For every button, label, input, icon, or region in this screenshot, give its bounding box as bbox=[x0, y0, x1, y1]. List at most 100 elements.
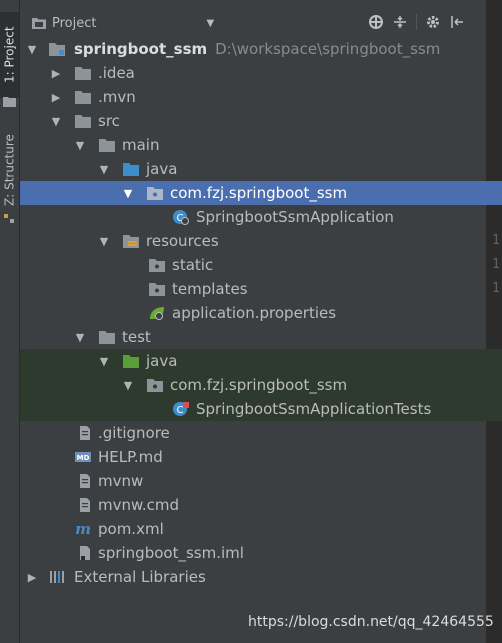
tree-node-help[interactable]: MD HELP.md bbox=[20, 445, 502, 469]
collapse-all-icon[interactable] bbox=[392, 14, 408, 30]
tree-label: SpringbootSsmApplicationTests bbox=[196, 400, 432, 418]
tree-node-test-package[interactable]: ▼ com.fzj.springboot_ssm bbox=[20, 373, 502, 397]
expanded-arrow-icon[interactable]: ▼ bbox=[122, 379, 134, 392]
tree-node-static[interactable]: static bbox=[20, 253, 502, 277]
folder-icon bbox=[75, 91, 91, 104]
tree-label: mvnw.cmd bbox=[98, 496, 180, 514]
tree-node-root[interactable]: ▼ springboot_ssm D:\workspace\springboot_… bbox=[20, 37, 502, 61]
tree-label: src bbox=[98, 112, 120, 130]
tree-node-gitignore[interactable]: .gitignore bbox=[20, 421, 502, 445]
folder-icon bbox=[99, 331, 115, 344]
project-tree: ▼ springboot_ssm D:\workspace\springboot_… bbox=[20, 37, 502, 589]
crosshair-icon[interactable] bbox=[368, 14, 384, 30]
tree-label: main bbox=[122, 136, 160, 154]
tree-label: pom.xml bbox=[98, 520, 164, 538]
toolbar-separator bbox=[416, 14, 417, 30]
text-file-icon bbox=[80, 474, 90, 488]
tree-node-test-java[interactable]: ▼ java bbox=[20, 349, 502, 373]
project-path: D:\workspace\springboot_ssm bbox=[215, 40, 441, 58]
collapsed-arrow-icon[interactable]: ▶ bbox=[50, 67, 62, 80]
chevron-down-icon[interactable]: ▼ bbox=[206, 18, 214, 29]
folder-icon bbox=[149, 259, 165, 272]
text-file-icon bbox=[80, 426, 90, 440]
expanded-arrow-icon[interactable]: ▼ bbox=[74, 139, 86, 152]
tree-label: mvnw bbox=[98, 472, 144, 490]
spring-boot-class-icon: C bbox=[173, 210, 189, 225]
project-panel-header: Project ▼ bbox=[20, 9, 485, 37]
tree-label: java bbox=[146, 160, 178, 178]
tree-node-main-java[interactable]: ▼ java bbox=[20, 157, 502, 181]
tree-node-src[interactable]: ▼ src bbox=[20, 109, 502, 133]
project-view-selector[interactable]: Project bbox=[52, 16, 96, 31]
resources-folder-icon bbox=[123, 235, 139, 248]
svg-text:m: m bbox=[75, 521, 91, 537]
header-toolbar bbox=[368, 14, 465, 30]
folder-icon bbox=[149, 283, 165, 296]
expanded-arrow-icon[interactable]: ▼ bbox=[50, 115, 62, 128]
tree-node-app-props[interactable]: application.properties bbox=[20, 301, 502, 325]
maven-icon: m bbox=[75, 521, 91, 537]
tree-label: com.fzj.springboot_ssm bbox=[170, 376, 348, 394]
tree-node-mvn[interactable]: ▶ .mvn bbox=[20, 85, 502, 109]
tree-label: java bbox=[146, 352, 178, 370]
folder-icon bbox=[3, 97, 16, 107]
tree-label: SpringbootSsmApplication bbox=[196, 208, 394, 226]
watermark-text: https://blog.csdn.net/qq_42464555 bbox=[248, 614, 494, 630]
project-tool-tab[interactable]: 1: Project bbox=[0, 12, 19, 98]
tree-node-test[interactable]: ▼ test bbox=[20, 325, 502, 349]
module-file-icon bbox=[80, 546, 90, 560]
tree-node-templates[interactable]: templates bbox=[20, 277, 502, 301]
tree-node-external-libraries[interactable]: ▶ External Libraries bbox=[20, 565, 502, 589]
expanded-arrow-icon[interactable]: ▼ bbox=[74, 331, 86, 344]
tree-node-mvnw[interactable]: mvnw bbox=[20, 469, 502, 493]
tree-label: resources bbox=[146, 232, 219, 250]
tree-label: .gitignore bbox=[98, 424, 170, 442]
tree-node-idea[interactable]: ▶ .idea bbox=[20, 61, 502, 85]
tree-node-pom[interactable]: m pom.xml bbox=[20, 517, 502, 541]
hide-panel-icon[interactable] bbox=[449, 14, 465, 30]
tree-node-app-class[interactable]: C SpringbootSsmApplication bbox=[20, 205, 502, 229]
tree-node-resources[interactable]: ▼ resources bbox=[20, 229, 502, 253]
tree-label: application.properties bbox=[172, 304, 337, 322]
test-class-icon: C bbox=[173, 402, 189, 416]
tree-label: External Libraries bbox=[74, 568, 206, 586]
text-file-icon bbox=[80, 498, 90, 512]
tree-node-test-class[interactable]: C SpringbootSsmApplicationTests bbox=[20, 397, 502, 421]
tree-label: static bbox=[172, 256, 214, 274]
project-name: springboot_ssm D:\workspace\springboot_ss… bbox=[74, 40, 441, 58]
package-icon bbox=[147, 379, 163, 392]
tree-label: com.fzj.springboot_ssm bbox=[170, 184, 348, 202]
folder-icon bbox=[75, 67, 91, 80]
tree-node-iml[interactable]: springboot_ssm.iml bbox=[20, 541, 502, 565]
tree-label: .mvn bbox=[98, 88, 136, 106]
package-icon bbox=[147, 187, 163, 200]
svg-text:C: C bbox=[177, 405, 184, 416]
test-source-folder-icon bbox=[123, 355, 139, 368]
tree-node-main-package[interactable]: ▼ com.fzj.springboot_ssm bbox=[20, 181, 502, 205]
source-folder-icon bbox=[123, 163, 139, 176]
tree-label: springboot_ssm.iml bbox=[98, 544, 244, 562]
tree-label: .idea bbox=[98, 64, 135, 82]
spring-properties-icon bbox=[150, 307, 164, 320]
collapsed-arrow-icon[interactable]: ▶ bbox=[50, 91, 62, 104]
tree-node-mvnw-cmd[interactable]: mvnw.cmd bbox=[20, 493, 502, 517]
libraries-icon bbox=[50, 571, 64, 583]
tree-label: test bbox=[122, 328, 151, 346]
expanded-arrow-icon[interactable]: ▼ bbox=[98, 163, 110, 176]
tree-node-main[interactable]: ▼ main bbox=[20, 133, 502, 157]
gear-icon[interactable] bbox=[425, 14, 441, 30]
module-folder-icon bbox=[49, 43, 65, 56]
project-folder-icon bbox=[32, 18, 46, 29]
folder-icon bbox=[99, 139, 115, 152]
expanded-arrow-icon[interactable]: ▼ bbox=[122, 187, 134, 200]
tool-window-strip: 1: Project Z: Structure bbox=[0, 0, 20, 643]
expanded-arrow-icon[interactable]: ▼ bbox=[98, 355, 110, 368]
expanded-arrow-icon[interactable]: ▼ bbox=[98, 235, 110, 248]
folder-icon bbox=[75, 115, 91, 128]
expanded-arrow-icon[interactable]: ▼ bbox=[26, 43, 38, 56]
tree-label: HELP.md bbox=[98, 448, 163, 466]
collapsed-arrow-icon[interactable]: ▶ bbox=[26, 571, 38, 584]
structure-icon bbox=[4, 214, 14, 223]
structure-tool-tab[interactable]: Z: Structure bbox=[0, 130, 19, 210]
markdown-file-icon: MD bbox=[75, 452, 91, 462]
